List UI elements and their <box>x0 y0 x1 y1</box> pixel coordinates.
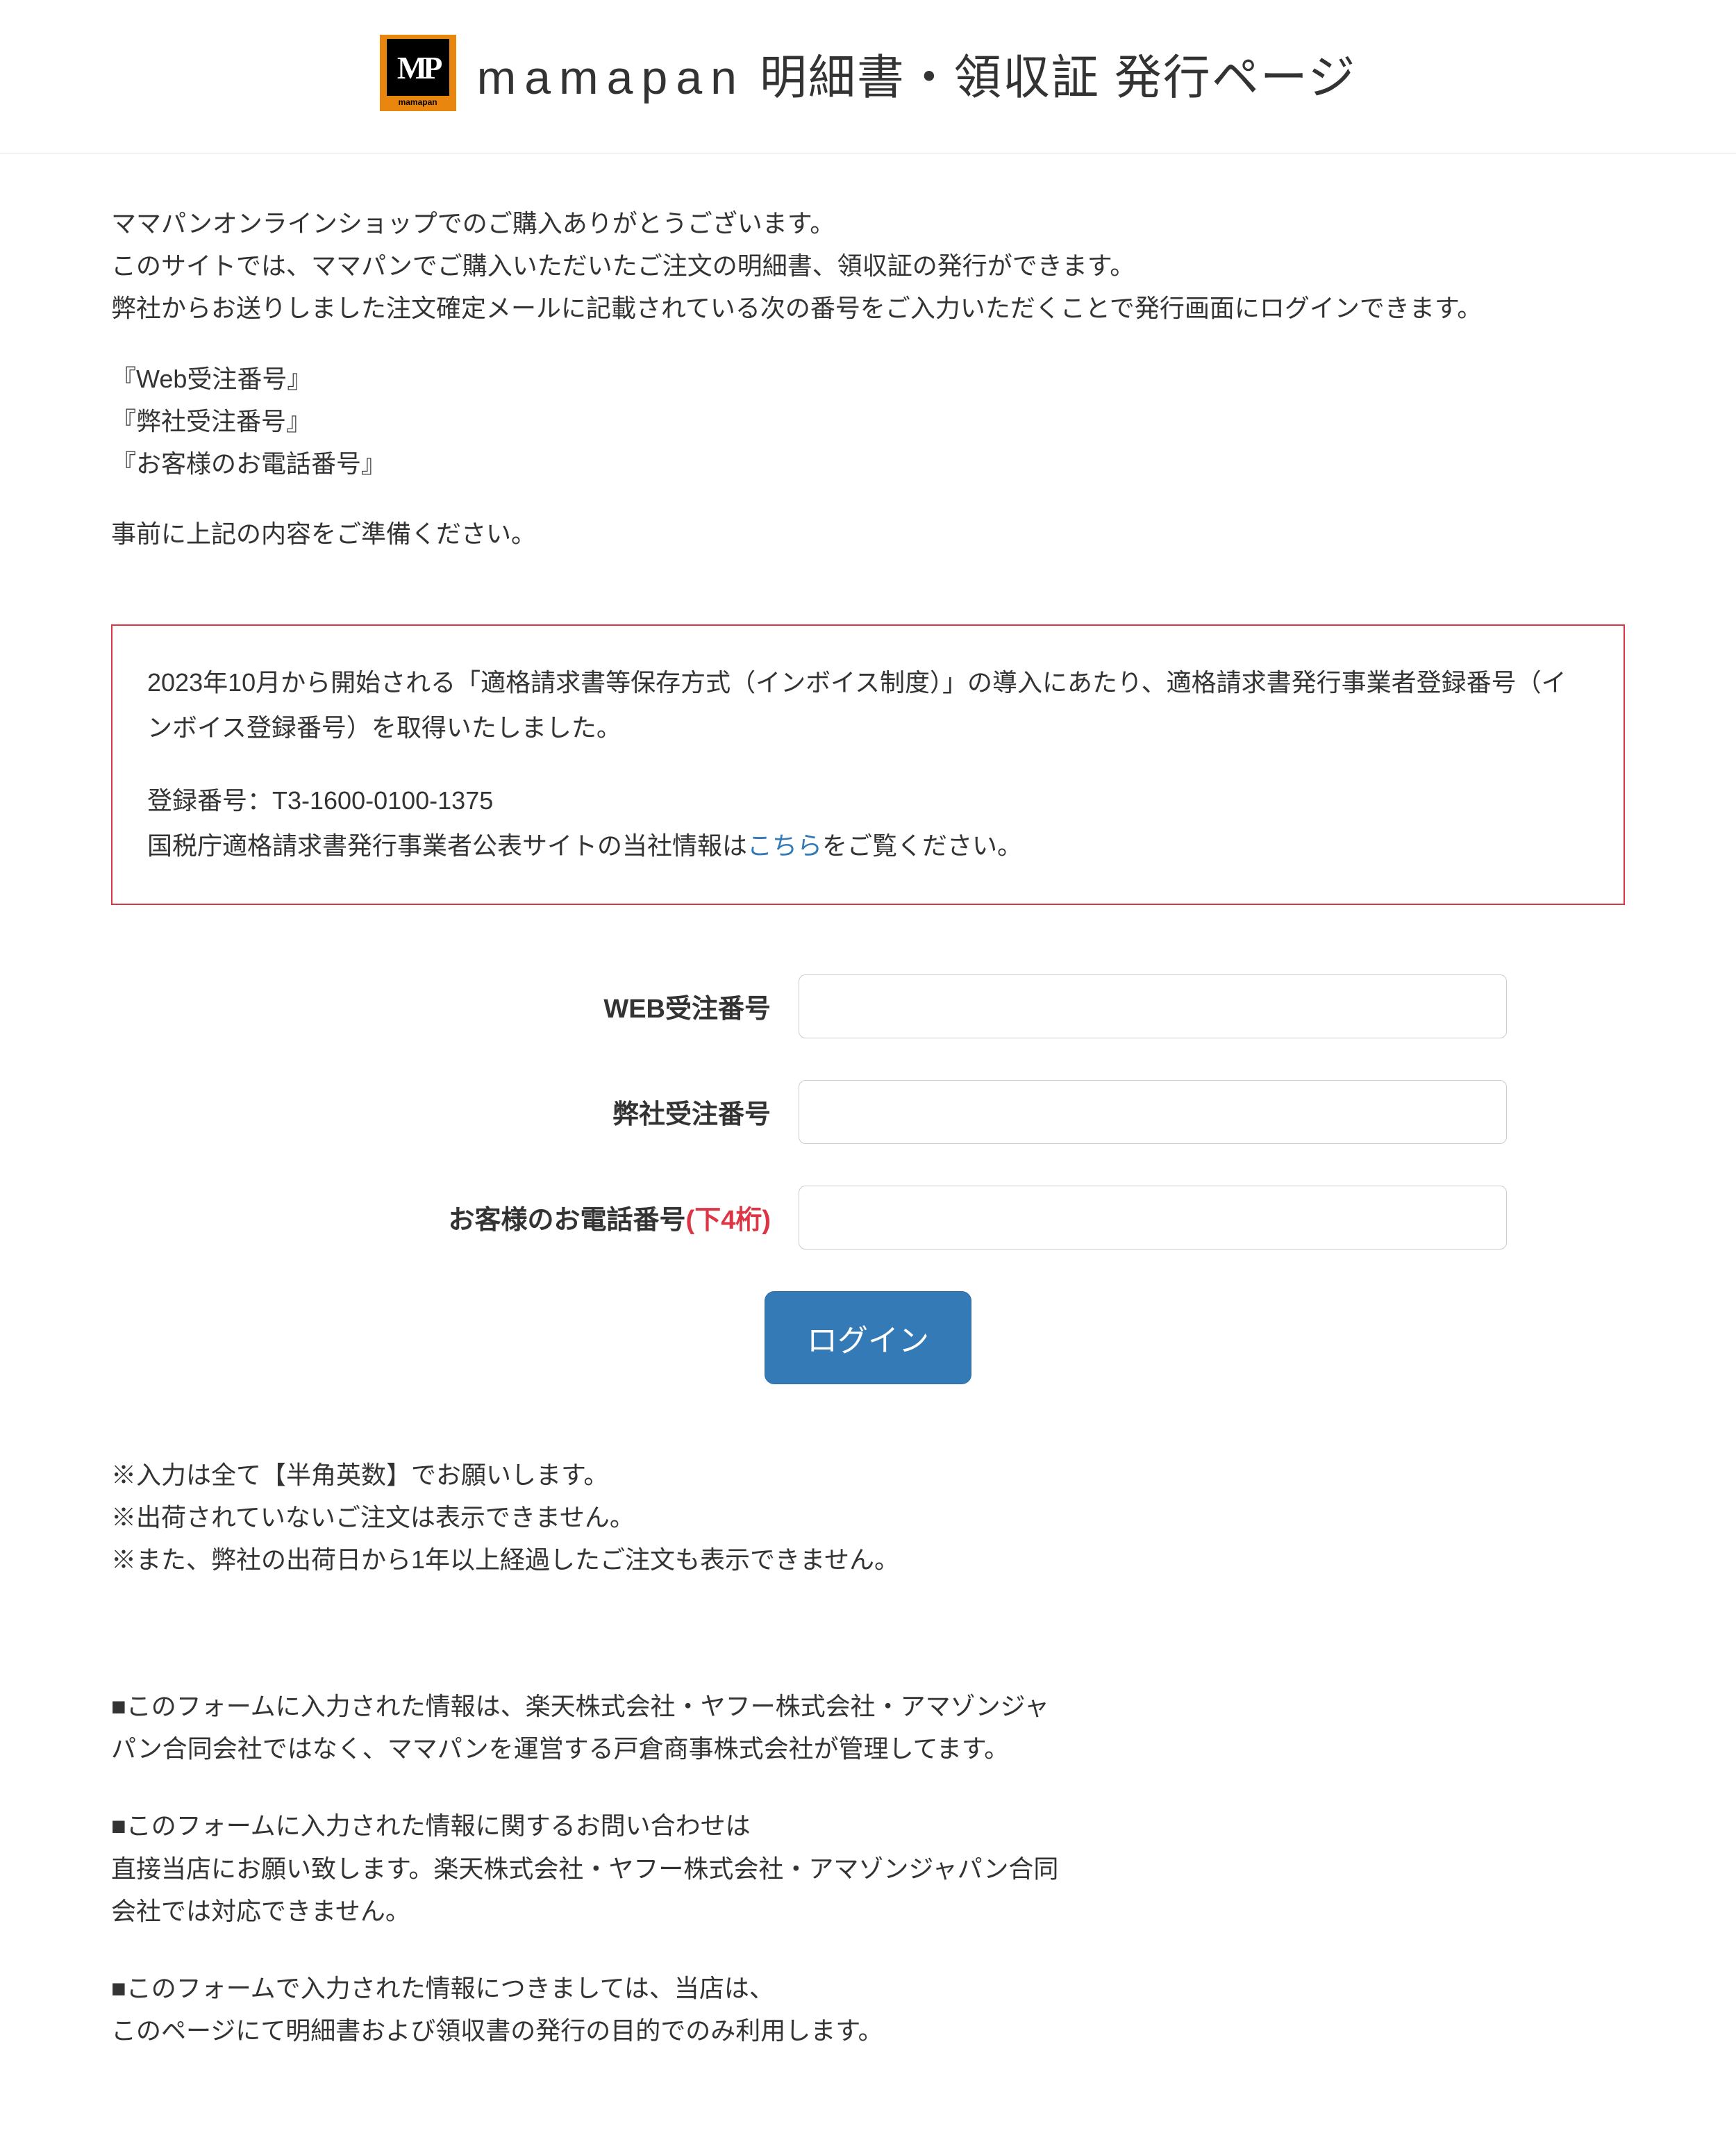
intro-required-item: 『お客様のお電話番号』 <box>111 442 1625 485</box>
input-notes: ※入力は全て【半角英数】でお願いします。 ※出荷されていないご注文は表示できませ… <box>111 1454 1625 1581</box>
title-suffix: 明細書・領収証 発行ページ <box>745 51 1356 104</box>
login-form: WEB受注番号 弊社受注番号 お客様のお電話番号(下4桁) ログイン <box>222 974 1514 1384</box>
disclaimer-line: 会社では対応できません。 <box>111 1890 1305 1932</box>
disclaimer-line: パン合同会社ではなく、ママパンを運営する戸倉商事株式会社が管理してます。 <box>111 1727 1305 1770</box>
intro-line: 事前に上記の内容をご準備ください。 <box>111 513 1625 555</box>
disclaimer-line: ■このフォームに入力された情報は、楽天株式会社・ヤフー株式会社・アマゾンジャ <box>111 1685 1305 1727</box>
nta-info-link[interactable]: こちら <box>747 831 822 860</box>
disclaimer-line: ■このフォームに入力された情報に関するお問い合わせは <box>111 1804 1305 1847</box>
brand-logo: MP mamapan <box>380 35 456 111</box>
note-line: ※出荷されていないご注文は表示できません。 <box>111 1496 1625 1538</box>
logo-subtext: mamapan <box>399 97 437 107</box>
intro-required-item: 『Web受注番号』 <box>111 358 1625 400</box>
intro-required-item: 『弊社受注番号』 <box>111 400 1625 442</box>
login-button[interactable]: ログイン <box>765 1291 971 1384</box>
web-order-input[interactable] <box>799 974 1507 1038</box>
note-line: ※入力は全て【半角英数】でお願いします。 <box>111 1454 1625 1496</box>
web-order-label: WEB受注番号 <box>222 987 799 1025</box>
phone-input[interactable] <box>799 1186 1507 1250</box>
page-title: mamapan 明細書・領収証 発行ページ <box>477 39 1357 108</box>
disclaimer-section: ■このフォームに入力された情報は、楽天株式会社・ヤフー株式会社・アマゾンジャ パ… <box>111 1685 1305 2052</box>
intro-section: ママパンオンラインショップでのご購入ありがとうございます。 このサイトでは、ママ… <box>111 202 1625 555</box>
intro-line: このサイトでは、ママパンでご購入いただいたご注文の明細書、領収証の発行ができます… <box>111 244 1625 287</box>
notice-link-line: 国税庁適格請求書発行事業者公表サイトの当社情報はこちらをご覧ください。 <box>147 824 1589 869</box>
company-order-label: 弊社受注番号 <box>222 1093 799 1131</box>
disclaimer-line: このページにて明細書および領収書の発行の目的でのみ利用します。 <box>111 2009 1305 2052</box>
company-order-input[interactable] <box>799 1080 1507 1144</box>
registration-number: 登録番号：T3-1600-0100-1375 <box>147 779 1589 824</box>
disclaimer-line: 直接当店にお願い致します。楽天株式会社・ヤフー株式会社・アマゾンジャパン合同 <box>111 1848 1305 1890</box>
notice-text: 2023年10月から開始される「適格請求書等保存方式（インボイス制度）」の導入に… <box>147 661 1589 751</box>
intro-line: 弊社からお送りしました注文確定メールに記載されている次の番号をご入力いただくこと… <box>111 287 1625 329</box>
brand-name: mamapan <box>477 51 745 104</box>
phone-label: お客様のお電話番号(下4桁) <box>222 1198 799 1236</box>
page-header: MP mamapan mamapan 明細書・領収証 発行ページ <box>0 0 1736 153</box>
intro-line: ママパンオンラインショップでのご購入ありがとうございます。 <box>111 202 1625 244</box>
invoice-notice-box: 2023年10月から開始される「適格請求書等保存方式（インボイス制度）」の導入に… <box>111 624 1625 904</box>
disclaimer-line: ■このフォームで入力された情報につきましては、当店は、 <box>111 1967 1305 2009</box>
note-line: ※また、弊社の出荷日から1年以上経過したご注文も表示できません。 <box>111 1538 1625 1581</box>
logo-icon: MP <box>387 39 449 96</box>
